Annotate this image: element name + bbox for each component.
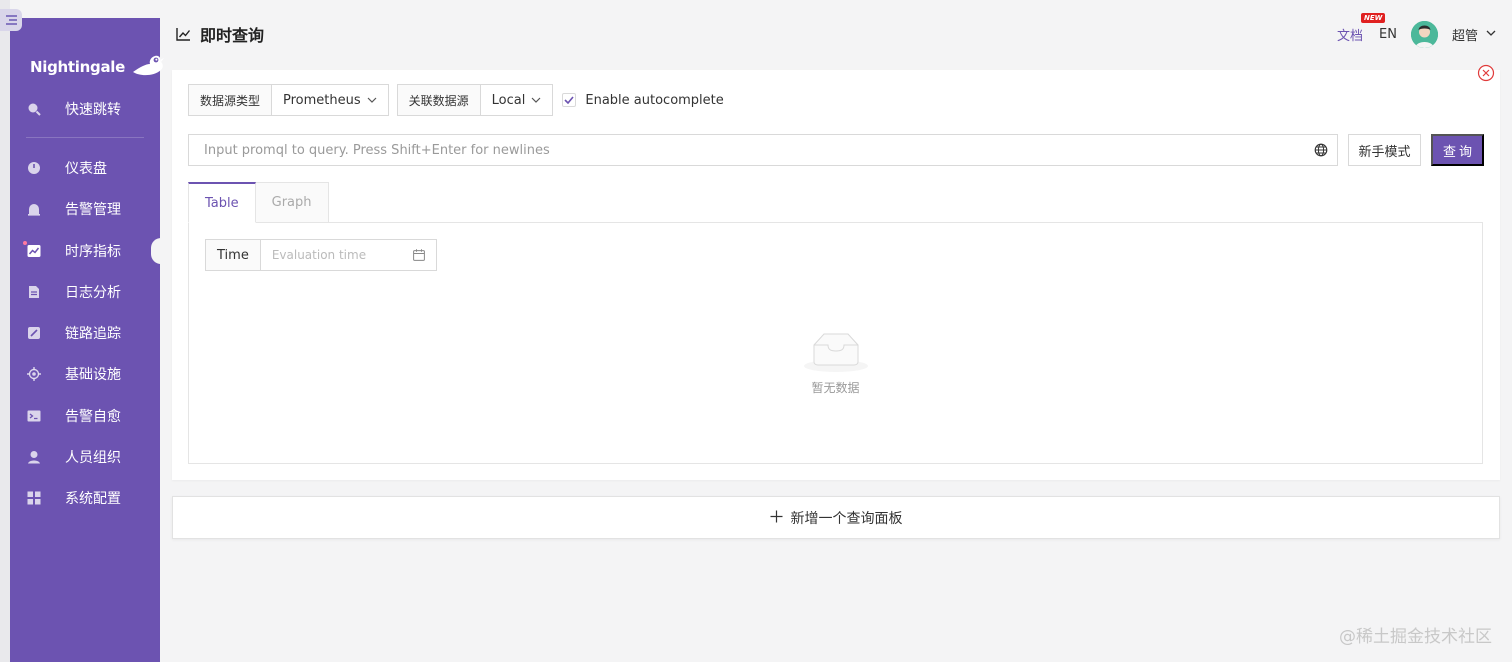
new-badge: NEW	[1361, 12, 1386, 23]
sidebar-item-dashboard[interactable]: 仪表盘	[10, 147, 160, 188]
sidebar-item-label: 告警管理	[65, 202, 121, 219]
datasource-toolbar: 数据源类型 Prometheus 关联数据源 Local Enable auto…	[188, 84, 724, 116]
sidebar-item-label: 快速跳转	[65, 101, 121, 118]
avatar[interactable]	[1410, 20, 1438, 48]
datasource-type-value: Prometheus	[283, 92, 361, 108]
empty-state: 暂无数据	[189, 331, 1482, 396]
sidebar-item-quick-jump[interactable]: 快速跳转	[10, 88, 160, 129]
tab-graph[interactable]: Graph	[255, 182, 329, 223]
nightingale-bird-icon	[132, 55, 164, 76]
line-chart-icon	[26, 243, 42, 259]
document-icon	[26, 284, 42, 300]
line-chart-icon	[176, 28, 191, 41]
query-button[interactable]: 查询	[1431, 134, 1484, 166]
datasource-value: Local	[491, 92, 526, 108]
sidebar-nav: 快速跳转 仪表盘 告警管理 时序指标 日志分析 链路追踪 基础设施 告警自愈 人…	[10, 88, 161, 519]
sidebar-item-label: 人员组织	[65, 450, 121, 467]
docs-link[interactable]: 文档 NEW	[1337, 12, 1386, 44]
promql-input[interactable]	[188, 134, 1338, 166]
brand-logo[interactable]: Nightingale	[30, 54, 165, 80]
sidebar-item-log-analysis[interactable]: 日志分析	[10, 271, 160, 312]
menu-fold-icon	[5, 15, 17, 25]
sidebar-item-label: 告警自愈	[65, 408, 121, 425]
datasource-type-select-group: 数据源类型 Prometheus	[188, 84, 389, 116]
target-icon	[26, 366, 42, 382]
sidebar-item-time-series-metrics[interactable]: 时序指标	[10, 230, 161, 271]
sidebar-item-label: 时序指标	[65, 243, 121, 260]
autocomplete-checkbox[interactable]	[562, 93, 577, 107]
add-query-panel-button[interactable]: 新增一个查询面板	[172, 496, 1500, 539]
autocomplete-label: Enable autocomplete	[585, 92, 724, 108]
sidebar-item-label: 基础设施	[65, 367, 121, 384]
user-icon	[26, 449, 42, 465]
datasource-type-select[interactable]: Prometheus	[272, 85, 388, 115]
window-edge	[0, 0, 10, 662]
datasource-label: 关联数据源	[397, 85, 481, 115]
active-indicator-dot	[23, 240, 27, 245]
dashboard-icon	[26, 160, 42, 176]
docs-link-label: 文档	[1337, 28, 1364, 44]
sidebar-item-label: 系统配置	[65, 491, 121, 508]
page-title: 即时查询	[200, 26, 265, 45]
plus-icon	[770, 507, 783, 528]
result-tabs: Table Graph	[188, 182, 329, 223]
username[interactable]: 超管	[1452, 25, 1478, 44]
header-actions: 文档 NEW EN 超管	[1337, 12, 1496, 48]
chevron-down-icon	[367, 97, 377, 103]
close-panel-icon[interactable]	[1477, 64, 1495, 82]
sidebar-item-infrastructure[interactable]: 基础设施	[10, 354, 160, 395]
sidebar-item-label: 仪表盘	[65, 160, 107, 177]
sidebar-item-system-config[interactable]: 系统配置	[10, 478, 160, 519]
datasource-select[interactable]: Local	[481, 85, 553, 115]
sidebar-item-alarm-self-healing[interactable]: 告警自愈	[10, 395, 160, 436]
sidebar-item-personnel[interactable]: 人员组织	[10, 436, 160, 477]
alarm-bell-icon	[26, 201, 42, 217]
empty-text: 暂无数据	[811, 381, 860, 395]
language-switch[interactable]: EN	[1379, 27, 1397, 42]
chevron-down-icon	[531, 97, 541, 103]
sidebar-item-label: 链路追踪	[65, 326, 121, 343]
page-header: 即时查询	[176, 22, 264, 46]
evaluation-time-placeholder: Evaluation time	[271, 248, 367, 262]
chevron-down-icon[interactable]	[1486, 29, 1496, 40]
sidebar-item-tracing[interactable]: 链路追踪	[10, 312, 160, 353]
avatar-image	[1410, 20, 1438, 48]
table-tab-content: Time Evaluation time 暂无数据	[188, 222, 1483, 464]
trace-icon	[26, 325, 42, 341]
terminal-icon	[26, 408, 42, 424]
sidebar: Nightingale 快速跳转 仪表盘 告警管理 时序指标 日志分析 链路追踪…	[10, 18, 164, 662]
add-query-panel-label: 新增一个查询面板	[790, 510, 903, 527]
autocomplete-checkbox-row[interactable]: Enable autocomplete	[562, 92, 724, 108]
datasource-select-group: 关联数据源 Local	[396, 84, 554, 116]
empty-box-icon	[803, 333, 868, 372]
sidebar-divider	[26, 137, 144, 139]
time-label: Time	[206, 240, 261, 270]
search-icon	[26, 101, 42, 117]
tab-table[interactable]: Table	[188, 182, 256, 223]
sidebar-collapse-button[interactable]	[0, 9, 22, 31]
globe-icon[interactable]	[1314, 143, 1328, 157]
evaluation-time-picker[interactable]: Evaluation time	[261, 240, 436, 270]
datasource-type-label: 数据源类型	[189, 85, 273, 115]
checkmark-icon	[564, 96, 574, 104]
query-panel: 数据源类型 Prometheus 关联数据源 Local Enable auto…	[172, 64, 1500, 480]
evaluation-time-group: Time Evaluation time	[205, 239, 437, 271]
brand-name: Nightingale	[30, 58, 125, 76]
sidebar-item-label: 日志分析	[65, 284, 121, 301]
calendar-icon	[412, 249, 425, 261]
watermark: @稀土掘金技术社区	[1339, 627, 1492, 647]
sidebar-item-alarm-management[interactable]: 告警管理	[10, 189, 160, 230]
settings-grid-icon	[26, 490, 42, 506]
novice-mode-button[interactable]: 新手模式	[1348, 134, 1421, 166]
